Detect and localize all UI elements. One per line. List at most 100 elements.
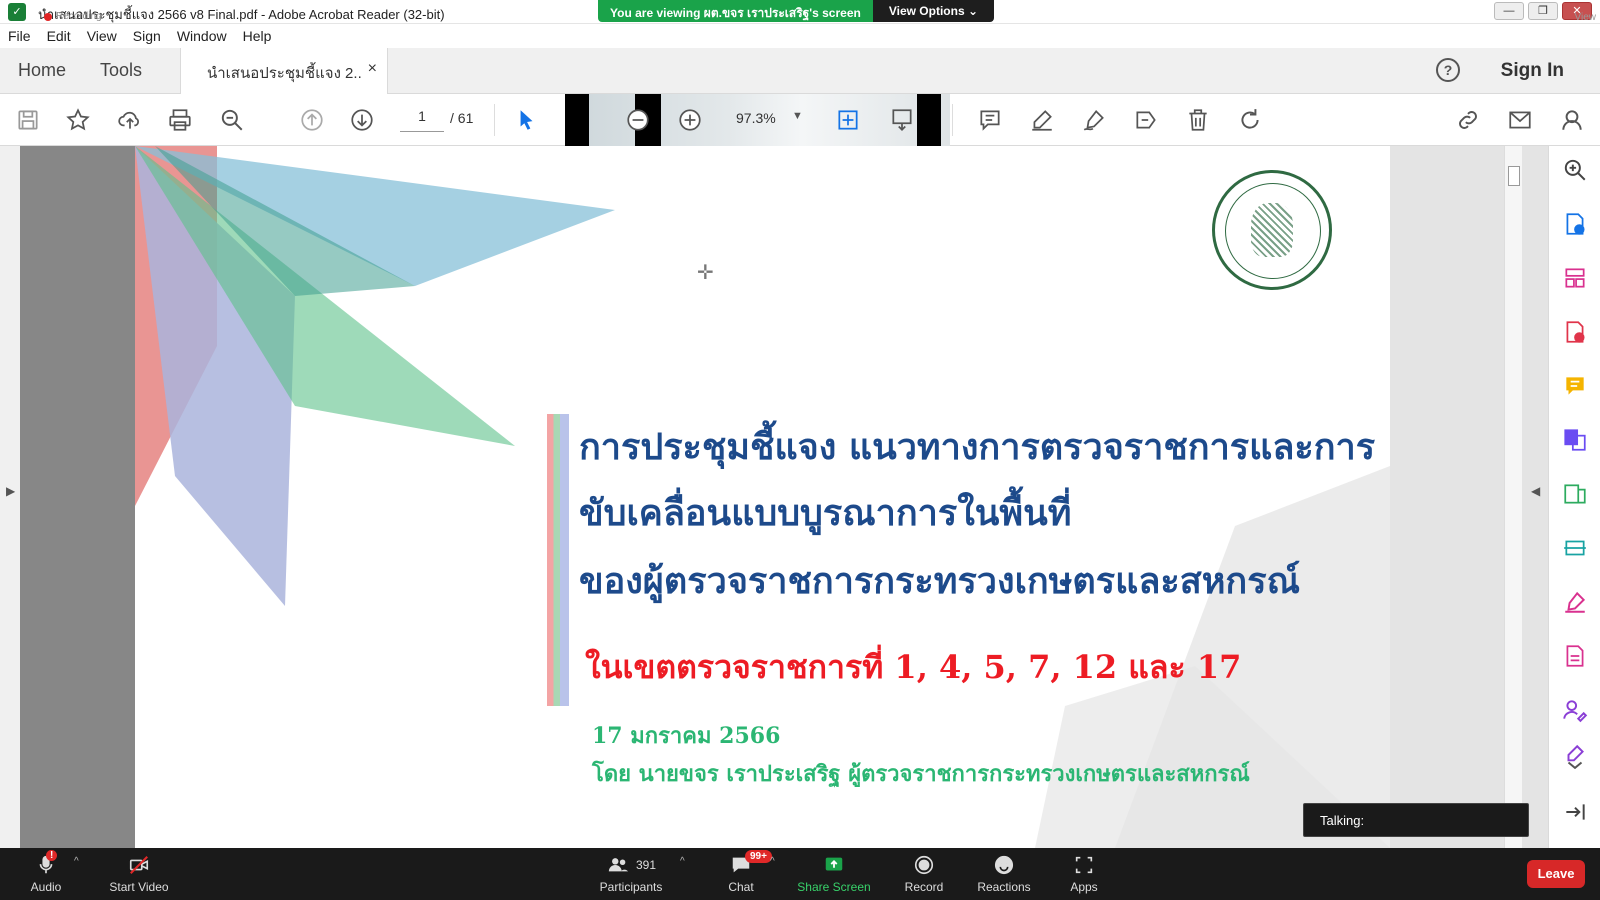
share-screen-button[interactable]: Share Screen [796, 852, 872, 894]
zoom-tool-icon[interactable] [1561, 156, 1589, 184]
doc-presenter: โดย นายขจร เราประเสริฐ ผู้ตรวจราชการกระท… [592, 761, 1250, 787]
redaction-block [565, 94, 589, 146]
smiley-icon [976, 852, 1032, 878]
apps-icon [1068, 852, 1100, 878]
scroll-thumb[interactable] [1508, 166, 1520, 186]
help-icon[interactable]: ? [1436, 58, 1460, 82]
doc-title-line1: การประชุมชี้แจง แนวทางการตรวจราชการและกา… [579, 426, 1376, 468]
vertical-scrollbar[interactable] [1504, 146, 1522, 848]
next-page-icon[interactable] [348, 106, 376, 134]
menu-bar: File Edit View Sign Window Help [0, 24, 1600, 48]
close-tab-icon[interactable]: × [368, 60, 377, 78]
save-icon[interactable] [14, 106, 42, 134]
participants-icon: 391 [594, 852, 668, 878]
zoom-level[interactable]: 97.3% [736, 110, 776, 126]
zoom-in-icon[interactable] [676, 106, 704, 134]
fill-sign-icon[interactable] [1561, 588, 1589, 616]
left-panel-collapsed[interactable]: ▶ [0, 146, 20, 848]
doc-region: ในเขตตรวจราชการที่ 1, 4, 5, 7, 12 และ 17 [585, 648, 1242, 686]
request-signature-icon[interactable] [1561, 696, 1589, 724]
organize-pages-icon[interactable] [1561, 264, 1589, 292]
chat-label: Chat [728, 880, 754, 894]
start-video-button[interactable]: Start Video [106, 852, 172, 894]
edit-tag-icon[interactable] [1132, 106, 1160, 134]
doc-date: 17 มกราคม 2566 [592, 723, 781, 749]
reactions-button[interactable]: Reactions [976, 852, 1032, 894]
record-button[interactable]: Record [902, 852, 946, 894]
comment-tool-icon[interactable] [1561, 372, 1589, 400]
meeting-controls: Audio ! ^ Start Video 391 Participants ^… [0, 848, 1600, 900]
tools-rail [1548, 146, 1600, 848]
audio-options-caret-icon[interactable]: ^ [74, 856, 79, 867]
apps-button[interactable]: Apps [1068, 852, 1100, 894]
tab-tools[interactable]: Tools [100, 60, 142, 81]
more-tools-chevron-icon[interactable] [1561, 742, 1589, 770]
rotate-icon[interactable] [1236, 106, 1264, 134]
expand-left-panel-icon[interactable]: ▶ [6, 484, 15, 498]
tab-document[interactable]: นำเสนอประชุมชี้แจง 2... × [180, 48, 388, 94]
previous-page-icon[interactable] [298, 106, 326, 134]
toolbar-divider [494, 104, 495, 136]
share-link-icon[interactable] [1454, 106, 1482, 134]
participants-caret-icon[interactable]: ^ [680, 856, 685, 867]
toolbar-divider [952, 104, 953, 136]
leave-button[interactable]: Leave [1527, 860, 1585, 888]
combine-files-icon[interactable] [1561, 426, 1589, 454]
ministry-seal [1212, 170, 1332, 290]
minimize-button[interactable]: — [1494, 2, 1524, 20]
restore-button[interactable]: ❐ [1528, 2, 1558, 20]
upload-cloud-icon[interactable] [116, 106, 144, 134]
create-pdf-icon[interactable] [1561, 318, 1589, 346]
talking-indicator: Talking: [1303, 803, 1529, 837]
sign-in-button[interactable]: Sign In [1501, 60, 1564, 82]
scroll-mode-icon[interactable] [888, 106, 916, 134]
fit-page-icon[interactable] [834, 106, 862, 134]
zoom-search-icon[interactable] [218, 106, 246, 134]
document-viewer[interactable]: ▶ ✛ การประชุมชี้แจง แนวทางการตรวจราชการแ… [0, 146, 1548, 848]
collapse-rail-icon[interactable] [1561, 798, 1589, 826]
menu-edit[interactable]: Edit [47, 24, 79, 48]
participants-button[interactable]: 391 Participants [594, 852, 668, 894]
audio-label: Audio [30, 880, 62, 894]
recording-dot-icon [44, 13, 52, 21]
chevron-down-icon[interactable]: ▼ [792, 110, 803, 122]
title-bar: ✓ นำเสนอประชุมชี้แจง 2566 v8 Final.pdf -… [0, 0, 1600, 24]
page-number-input[interactable]: 1 [400, 108, 444, 132]
highlight-pen-icon[interactable] [1028, 106, 1056, 134]
view-tag: View [1574, 12, 1597, 23]
document-icon[interactable] [1561, 642, 1589, 670]
user-account-icon[interactable] [1558, 106, 1586, 134]
menu-sign[interactable]: Sign [133, 24, 169, 48]
zoom-out-icon[interactable] [624, 106, 652, 134]
participants-count: 391 [635, 858, 657, 872]
menu-view[interactable]: View [87, 24, 125, 48]
star-icon[interactable] [64, 106, 92, 134]
comment-icon[interactable] [976, 106, 1004, 134]
sign-pen-icon[interactable] [1080, 106, 1108, 134]
doc-title-line2: ขับเคลื่อนแบบบูรณาการในพื้นที่ [579, 492, 1072, 534]
video-off-icon [106, 852, 172, 878]
scan-ocr-icon[interactable] [1561, 534, 1589, 562]
page-total: / 61 [450, 110, 474, 126]
trash-icon[interactable] [1184, 106, 1212, 134]
print-icon[interactable] [166, 106, 194, 134]
tab-home[interactable]: Home [18, 60, 66, 81]
menu-file[interactable]: File [8, 24, 39, 48]
share-screen-label: Share Screen [797, 880, 871, 894]
tab-bar: Home Tools นำเสนอประชุมชี้แจง 2... × ? S… [0, 48, 1600, 94]
apps-label: Apps [1070, 880, 1098, 894]
shield-icon: ✓ [8, 3, 26, 21]
crosshair-cursor-icon: ✛ [697, 262, 714, 284]
collapse-right-panel-icon[interactable]: ◀ [1531, 484, 1540, 498]
menu-help[interactable]: Help [243, 24, 280, 48]
edit-pdf-icon[interactable] [1561, 480, 1589, 508]
chat-caret-icon[interactable]: ^ [770, 856, 775, 867]
chat-unread-badge: 99+ [745, 850, 772, 863]
viewing-label: You are viewing ผต.ขจร เราประเสริฐ's scr… [598, 0, 873, 22]
menu-window[interactable]: Window [177, 24, 235, 48]
redaction-block [917, 94, 941, 146]
email-icon[interactable] [1506, 106, 1534, 134]
view-options-button[interactable]: View Options ⌄ [872, 0, 995, 22]
select-cursor-icon[interactable] [512, 106, 540, 134]
export-pdf-icon[interactable] [1561, 210, 1589, 238]
